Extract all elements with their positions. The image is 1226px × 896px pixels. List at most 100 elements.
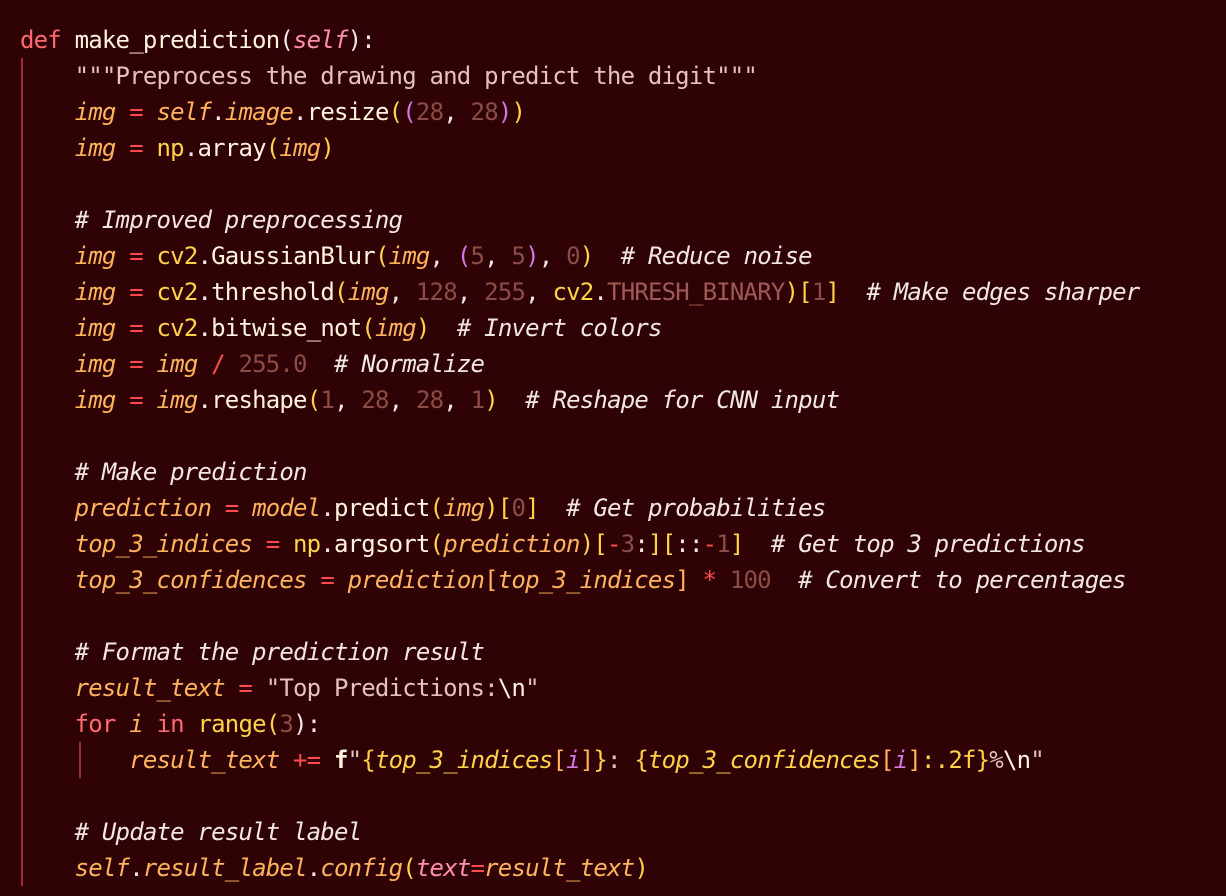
code-editor[interactable]: def make_prediction(self): """Preprocess… <box>0 0 1226 896</box>
indentation <box>20 710 75 738</box>
code-token-paren: [ <box>593 530 608 558</box>
code-token-fmt: } <box>975 746 990 774</box>
code-token-punc <box>744 530 771 558</box>
code-token-paren: ) <box>484 386 498 414</box>
code-line[interactable]: # Update result label <box>20 814 1139 850</box>
code-line[interactable] <box>20 598 1139 634</box>
code-token-paren: ) <box>320 134 335 162</box>
code-token-method: predict <box>333 494 430 522</box>
code-token-module: np <box>293 530 321 558</box>
code-token-var: top_3_indices <box>497 566 676 594</box>
code-token-comment: # Make prediction <box>74 458 308 486</box>
code-line[interactable]: top_3_indices = np.argsort(prediction)[-… <box>20 526 1139 562</box>
code-token-op: = <box>320 566 334 594</box>
code-token-punc <box>116 242 130 270</box>
code-line[interactable]: img = img.reshape(1, 28, 28, 1) # Reshap… <box>20 382 1139 418</box>
indentation <box>20 206 75 234</box>
code-token-num: 255 <box>484 278 526 306</box>
code-token-var: result_text <box>484 854 635 882</box>
code-token-num: 1 <box>716 530 730 558</box>
code-line[interactable]: self.result_label.config(text=result_tex… <box>20 850 1139 886</box>
code-token-punc <box>334 566 348 594</box>
code-token-var: img <box>347 278 390 306</box>
code-token-paren2: ) <box>525 242 539 270</box>
code-line[interactable]: result_text += f"{top_3_indices[i]}: {to… <box>20 742 1139 778</box>
code-token-punc: : <box>634 530 648 558</box>
code-token-paren: ( <box>429 494 444 522</box>
code-token-punc <box>320 746 334 774</box>
code-line[interactable]: def make_prediction(self): <box>20 22 1139 58</box>
code-token-punc <box>593 242 620 270</box>
code-token-punc <box>279 530 293 558</box>
code-line[interactable]: """Preprocess the drawing and predict th… <box>20 58 1139 94</box>
code-line[interactable]: result_text = "Top Predictions:\n" <box>20 670 1139 706</box>
code-token-num: 0 <box>566 242 580 270</box>
code-line[interactable] <box>20 418 1139 454</box>
code-token-op: = <box>129 134 143 162</box>
code-line[interactable]: img = cv2.GaussianBlur(img, (5, 5), 0) #… <box>20 238 1139 274</box>
indentation <box>20 98 75 126</box>
code-token-comment: # Normalize <box>334 350 485 378</box>
code-token-punc <box>116 134 130 162</box>
code-token-num: 255.0 <box>238 350 307 378</box>
code-line[interactable]: img = cv2.bitwise_not(img) # Invert colo… <box>20 310 1139 346</box>
code-token-punc: , <box>456 278 485 306</box>
code-token-var: result_text <box>129 746 280 774</box>
code-line[interactable]: prediction = model.predict(img)[0] # Get… <box>20 490 1139 526</box>
code-token-op: = <box>129 314 143 342</box>
code-token-op: / <box>211 350 225 378</box>
code-token-num: 5 <box>470 242 485 270</box>
code-token-module: cv2 <box>156 278 199 306</box>
code-token-paren: ) <box>634 854 648 882</box>
code-line[interactable]: # Make prediction <box>20 454 1139 490</box>
code-token-punc <box>184 710 198 738</box>
indentation <box>20 494 75 522</box>
code-line[interactable]: img = np.array(img) <box>20 130 1139 166</box>
code-block[interactable]: def make_prediction(self): """Preprocess… <box>20 22 1141 886</box>
code-token-op: = <box>470 854 485 882</box>
code-line[interactable]: top_3_confidences = prediction[top_3_ind… <box>20 562 1139 598</box>
code-line[interactable]: for i in range(3): <box>20 706 1139 742</box>
code-token-var: img <box>74 386 117 414</box>
code-token-str: " <box>347 746 362 774</box>
code-token-punc <box>116 98 130 126</box>
code-token-paren2: ) <box>497 98 512 126</box>
code-line[interactable] <box>20 166 1139 202</box>
code-token-punc <box>211 494 225 522</box>
code-line[interactable]: # Improved preprocessing <box>20 202 1139 238</box>
code-token-num: 1 <box>470 386 485 414</box>
code-token-punc: . <box>320 530 334 558</box>
code-token-punc <box>143 242 157 270</box>
code-token-op: - <box>607 530 621 558</box>
code-token-var: img <box>156 350 199 378</box>
code-token-num: 0 <box>511 494 526 522</box>
code-token-paren: ] <box>647 530 662 558</box>
code-token-bracket: ] <box>675 566 689 594</box>
code-token-punc: . <box>306 854 321 882</box>
code-token-paren: [ <box>661 530 676 558</box>
code-token-var: i <box>129 710 143 738</box>
code-token-punc: , <box>443 386 471 414</box>
code-token-punc <box>116 710 130 738</box>
code-token-comment: # Get top 3 predictions <box>770 530 1086 558</box>
code-token-paren: [ <box>497 494 512 522</box>
code-token-punc: , <box>525 278 553 306</box>
code-token-method: argsort <box>334 530 430 558</box>
indentation <box>20 242 75 270</box>
code-token-comment: # Format the prediction result <box>74 638 485 666</box>
code-line[interactable] <box>20 778 1139 814</box>
code-token-str: " <box>1030 746 1044 774</box>
code-line[interactable]: img = cv2.threshold(img, 128, 255, cv2.T… <box>20 274 1141 310</box>
code-token-punc: . <box>197 386 212 414</box>
code-token-var: img <box>443 494 485 522</box>
code-line[interactable]: # Format the prediction result <box>20 634 1139 670</box>
code-token-comment: # Convert to percentages <box>798 566 1126 594</box>
code-token-punc: ): <box>293 710 321 738</box>
code-token-punc <box>61 26 75 54</box>
code-line[interactable]: img = img / 255.0 # Normalize <box>20 346 1139 382</box>
code-token-punc: . <box>320 494 334 522</box>
code-token-fmt: { <box>361 746 375 774</box>
code-token-op: = <box>238 674 253 702</box>
code-token-inter: top_3_indices <box>374 746 553 774</box>
code-line[interactable]: img = self.image.resize((28, 28)) <box>20 94 1139 130</box>
